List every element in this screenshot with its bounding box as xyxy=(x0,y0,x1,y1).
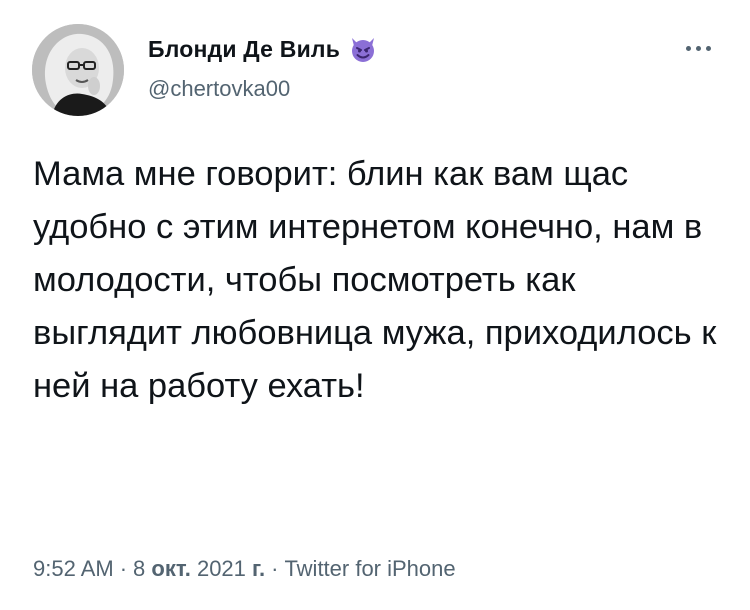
tweet-date-month[interactable]: окт. xyxy=(151,556,190,581)
author-handle[interactable]: @chertovka00 xyxy=(148,76,290,102)
separator: · xyxy=(271,556,279,581)
more-options-icon xyxy=(685,45,691,51)
more-options-icon-dot xyxy=(695,45,701,51)
tweet-text: Мама мне говорит: блин как вам щас удобн… xyxy=(33,155,717,405)
tweet-card: Блонди Де Виль @chertovka00 Мама мне гов… xyxy=(0,0,750,610)
author-name-row[interactable]: Блонди Де Виль xyxy=(148,34,378,64)
tweet-date-year[interactable]: 2021 xyxy=(197,556,246,581)
tweet-date-suffix[interactable]: г. xyxy=(252,556,265,581)
avatar-photo xyxy=(32,24,124,116)
smiling-devil-emoji-icon xyxy=(348,34,378,64)
more-options-icon-dot xyxy=(705,45,711,51)
tweet-time[interactable]: 9:52 AM xyxy=(33,556,114,581)
tweet-source-link[interactable]: Twitter for iPhone xyxy=(284,556,455,581)
more-options-button[interactable] xyxy=(676,36,720,60)
separator: · xyxy=(119,556,128,581)
author-display-name[interactable]: Блонди Де Виль xyxy=(148,36,340,63)
tweet-meta: 9:52 AM · 8 окт. 2021 г. · Twitter for iPhon… xyxy=(33,556,456,582)
avatar[interactable] xyxy=(32,24,124,116)
tweet-date-day[interactable]: 8 xyxy=(133,556,145,581)
